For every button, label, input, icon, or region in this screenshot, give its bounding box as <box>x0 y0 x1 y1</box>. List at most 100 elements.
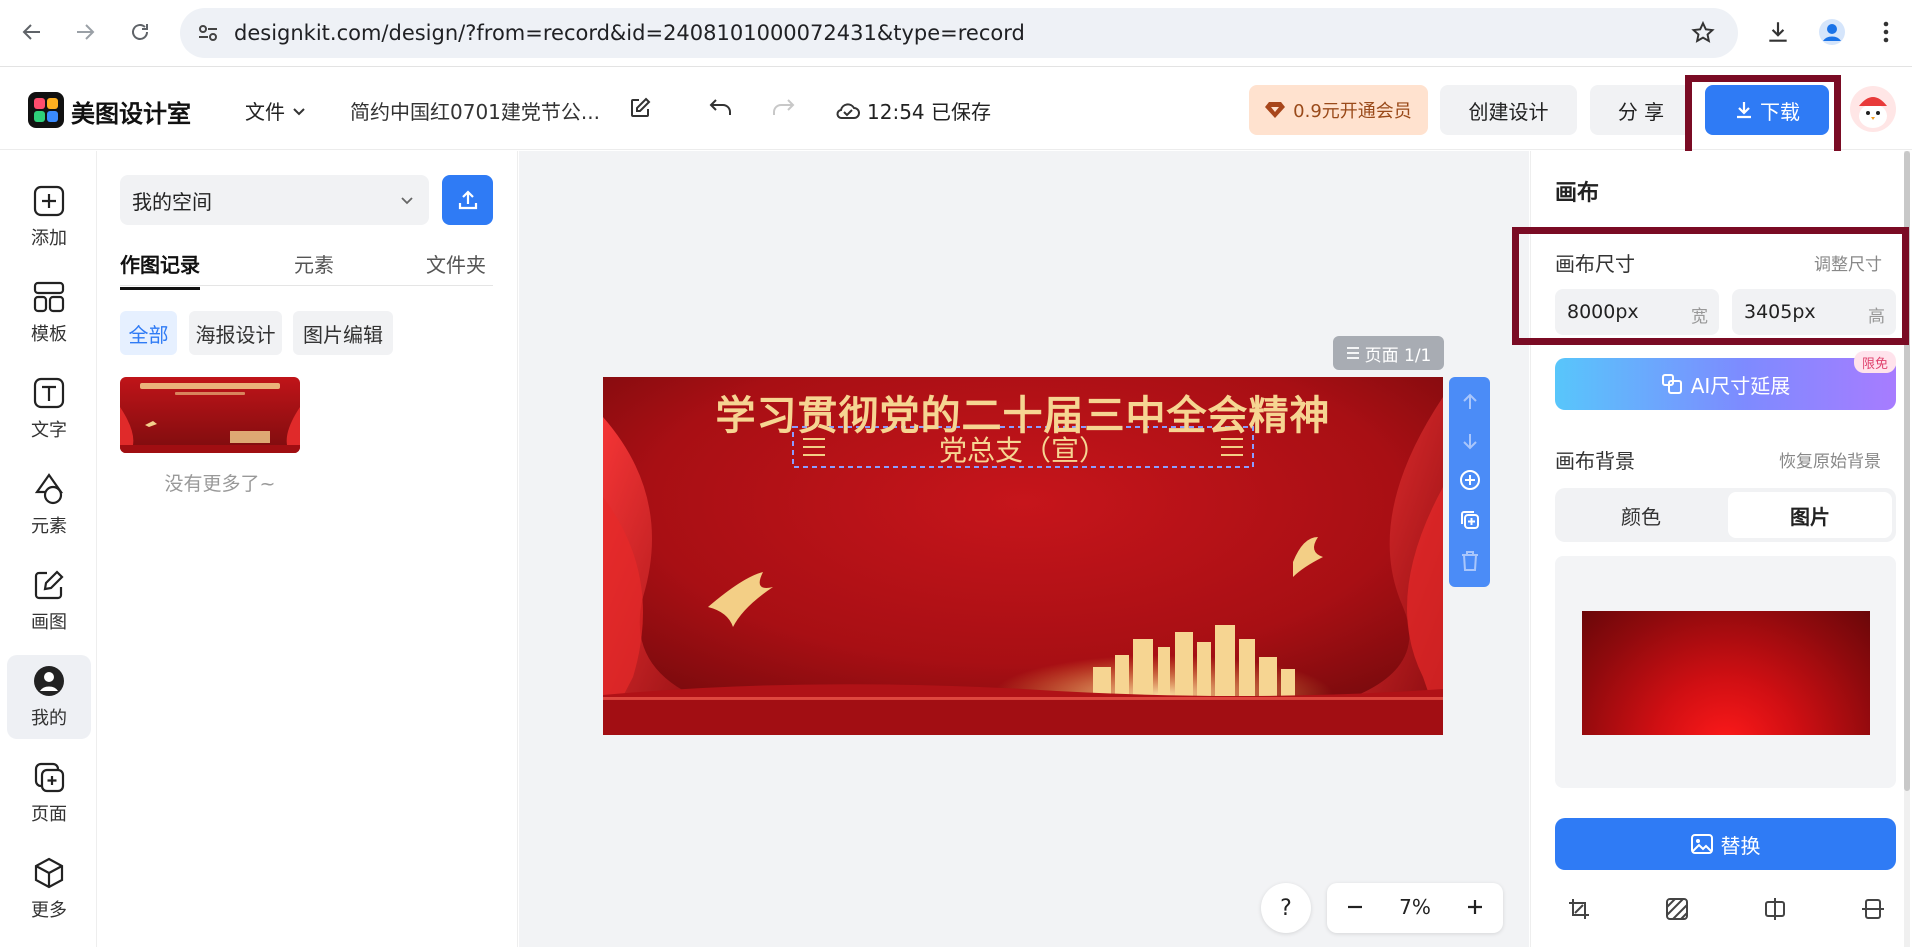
vip-label: 0.9元开通会员 <box>1293 101 1412 122</box>
zoom-control: 7% <box>1327 883 1503 933</box>
move-up-icon[interactable] <box>1460 392 1480 412</box>
share-button[interactable]: 分 享 <box>1590 85 1692 135</box>
tab-elements[interactable]: 元素 <box>294 249 334 278</box>
canvas-area: 页面 1/1 学习贯彻党的二十届三中全会精神 党总支（宣） ? 7% <box>519 151 1529 947</box>
rail-text[interactable]: 文字 <box>7 367 91 451</box>
address-bar[interactable]: designkit.com/design/?from=record&id=240… <box>180 8 1738 58</box>
forward-icon[interactable] <box>67 14 103 50</box>
url-text[interactable]: designkit.com/design/?from=record&id=240… <box>234 21 1025 45</box>
ai-resize-icon <box>1661 374 1682 394</box>
vip-button[interactable]: 0.9元开通会员 <box>1249 85 1428 135</box>
save-status: 12:54 已保存 <box>835 96 991 125</box>
crop-icon[interactable] <box>1567 897 1591 921</box>
design-canvas[interactable]: 学习贯彻党的二十届三中全会精神 党总支（宣） <box>603 377 1443 735</box>
document-title[interactable]: 简约中国红0701建党节公... <box>350 96 600 125</box>
browser-menu-icon[interactable] <box>1868 14 1904 50</box>
highlight-canvas-size <box>1512 227 1909 345</box>
rail-more[interactable]: 更多 <box>7 847 91 931</box>
rail-template[interactable]: 模板 <box>7 271 91 355</box>
reload-icon[interactable] <box>122 14 158 50</box>
bg-type-tabs: 颜色 图片 <box>1555 488 1896 542</box>
bg-image-preview[interactable] <box>1555 556 1896 788</box>
page-icon <box>34 762 65 793</box>
list-icon <box>1346 347 1359 359</box>
limited-free-badge: 限免 <box>1854 351 1896 373</box>
rail-add[interactable]: 添加 <box>7 175 91 259</box>
bg-thumbnail <box>1582 611 1870 735</box>
move-down-icon[interactable] <box>1460 431 1480 451</box>
image-icon <box>1690 834 1713 854</box>
redo-icon[interactable] <box>770 96 796 120</box>
edit-title-icon[interactable] <box>628 96 652 120</box>
tab-records[interactable]: 作图记录 <box>120 249 200 290</box>
zoom-in-icon[interactable] <box>1463 895 1487 919</box>
replace-button[interactable]: 替换 <box>1555 818 1896 870</box>
tab-folders[interactable]: 文件夹 <box>426 249 486 278</box>
page-indicator[interactable]: 页面 1/1 <box>1333 336 1444 370</box>
filter-poster[interactable]: 海报设计 <box>189 311 282 355</box>
zoom-level[interactable]: 7% <box>1387 895 1443 919</box>
rail-draw-label: 画图 <box>31 612 67 633</box>
record-thumbnail[interactable] <box>120 377 300 453</box>
app-logo-icon[interactable] <box>28 92 64 128</box>
user-icon <box>34 666 64 696</box>
rail-more-label: 更多 <box>31 900 67 921</box>
plus-square-icon <box>33 185 65 217</box>
filter-image-edit[interactable]: 图片编辑 <box>293 311 393 355</box>
upload-button[interactable] <box>442 175 493 225</box>
ai-extend-label: AI尺寸延展 <box>1690 373 1791 398</box>
create-design-button[interactable]: 创建设计 <box>1440 85 1577 135</box>
space-select[interactable]: 我的空间 <box>120 175 429 225</box>
download-icon[interactable] <box>1760 14 1796 50</box>
ai-extend-button[interactable]: AI尺寸延展 <box>1555 358 1896 410</box>
rail-page[interactable]: 页面 <box>7 751 91 835</box>
app-logo-text[interactable]: 美图设计室 <box>71 94 191 129</box>
undo-icon[interactable] <box>708 96 734 120</box>
tab-bg-image[interactable]: 图片 <box>1728 492 1892 538</box>
rail-mine[interactable]: 我的 <box>7 655 91 739</box>
cube-icon <box>34 857 64 889</box>
restore-bg-link[interactable]: 恢复原始背景 <box>1779 447 1881 472</box>
flip-horizontal-icon[interactable] <box>1763 897 1787 921</box>
cloud-saved-icon <box>836 102 860 119</box>
zoom-out-icon[interactable] <box>1343 895 1367 919</box>
rail-page-label: 页面 <box>31 804 67 825</box>
duplicate-page-icon[interactable] <box>1459 509 1481 531</box>
rail-draw[interactable]: 画图 <box>7 559 91 643</box>
rail-elements-label: 元素 <box>31 516 67 537</box>
site-settings-icon[interactable] <box>196 21 220 45</box>
left-toolbar: 添加 模板 文字 元素 画图 我的 页面 更多 <box>0 151 97 947</box>
tab-bg-color[interactable]: 颜色 <box>1559 492 1723 538</box>
shapes-icon <box>34 473 64 505</box>
page-indicator-label: 页面 1/1 <box>1364 345 1432 366</box>
canvas-bg-label: 画布背景 <box>1555 449 1635 473</box>
replace-label: 替换 <box>1720 833 1761 858</box>
highlight-download <box>1685 75 1841 161</box>
page-toolbar <box>1449 377 1490 587</box>
space-select-value: 我的空间 <box>132 189 212 214</box>
template-icon <box>33 281 65 313</box>
profile-avatar-icon[interactable] <box>1814 14 1850 50</box>
add-page-icon[interactable] <box>1459 469 1481 491</box>
rail-text-label: 文字 <box>31 420 67 441</box>
banner-subtitle[interactable]: 党总支（宣） <box>793 429 1253 469</box>
filter-all[interactable]: 全部 <box>120 311 177 355</box>
mosaic-icon[interactable] <box>1665 897 1689 921</box>
help-button[interactable]: ? <box>1261 883 1311 933</box>
browser-toolbar: designkit.com/design/?from=record&id=240… <box>0 0 1912 67</box>
diamond-icon <box>1265 102 1286 118</box>
chevron-down-icon <box>293 107 305 115</box>
draw-icon <box>34 570 64 600</box>
back-icon[interactable] <box>14 14 50 50</box>
delete-page-icon[interactable] <box>1460 550 1480 572</box>
bookmark-star-icon[interactable] <box>1690 20 1716 46</box>
app-header: 美图设计室 文件 简约中国红0701建党节公... 12:54 已保存 0.9元… <box>0 68 1912 150</box>
user-avatar[interactable] <box>1850 86 1896 132</box>
rail-elements[interactable]: 元素 <box>7 463 91 547</box>
chevron-down-icon <box>401 197 413 205</box>
upload-icon <box>458 190 477 210</box>
my-space-panel: 我的空间 作图记录 元素 文件夹 全部 海报设计 图片编辑 没有更多了~ <box>98 151 518 947</box>
no-more-text: 没有更多了~ <box>164 473 276 495</box>
file-menu[interactable]: 文件 <box>245 96 307 125</box>
flip-vertical-icon[interactable] <box>1861 897 1885 921</box>
